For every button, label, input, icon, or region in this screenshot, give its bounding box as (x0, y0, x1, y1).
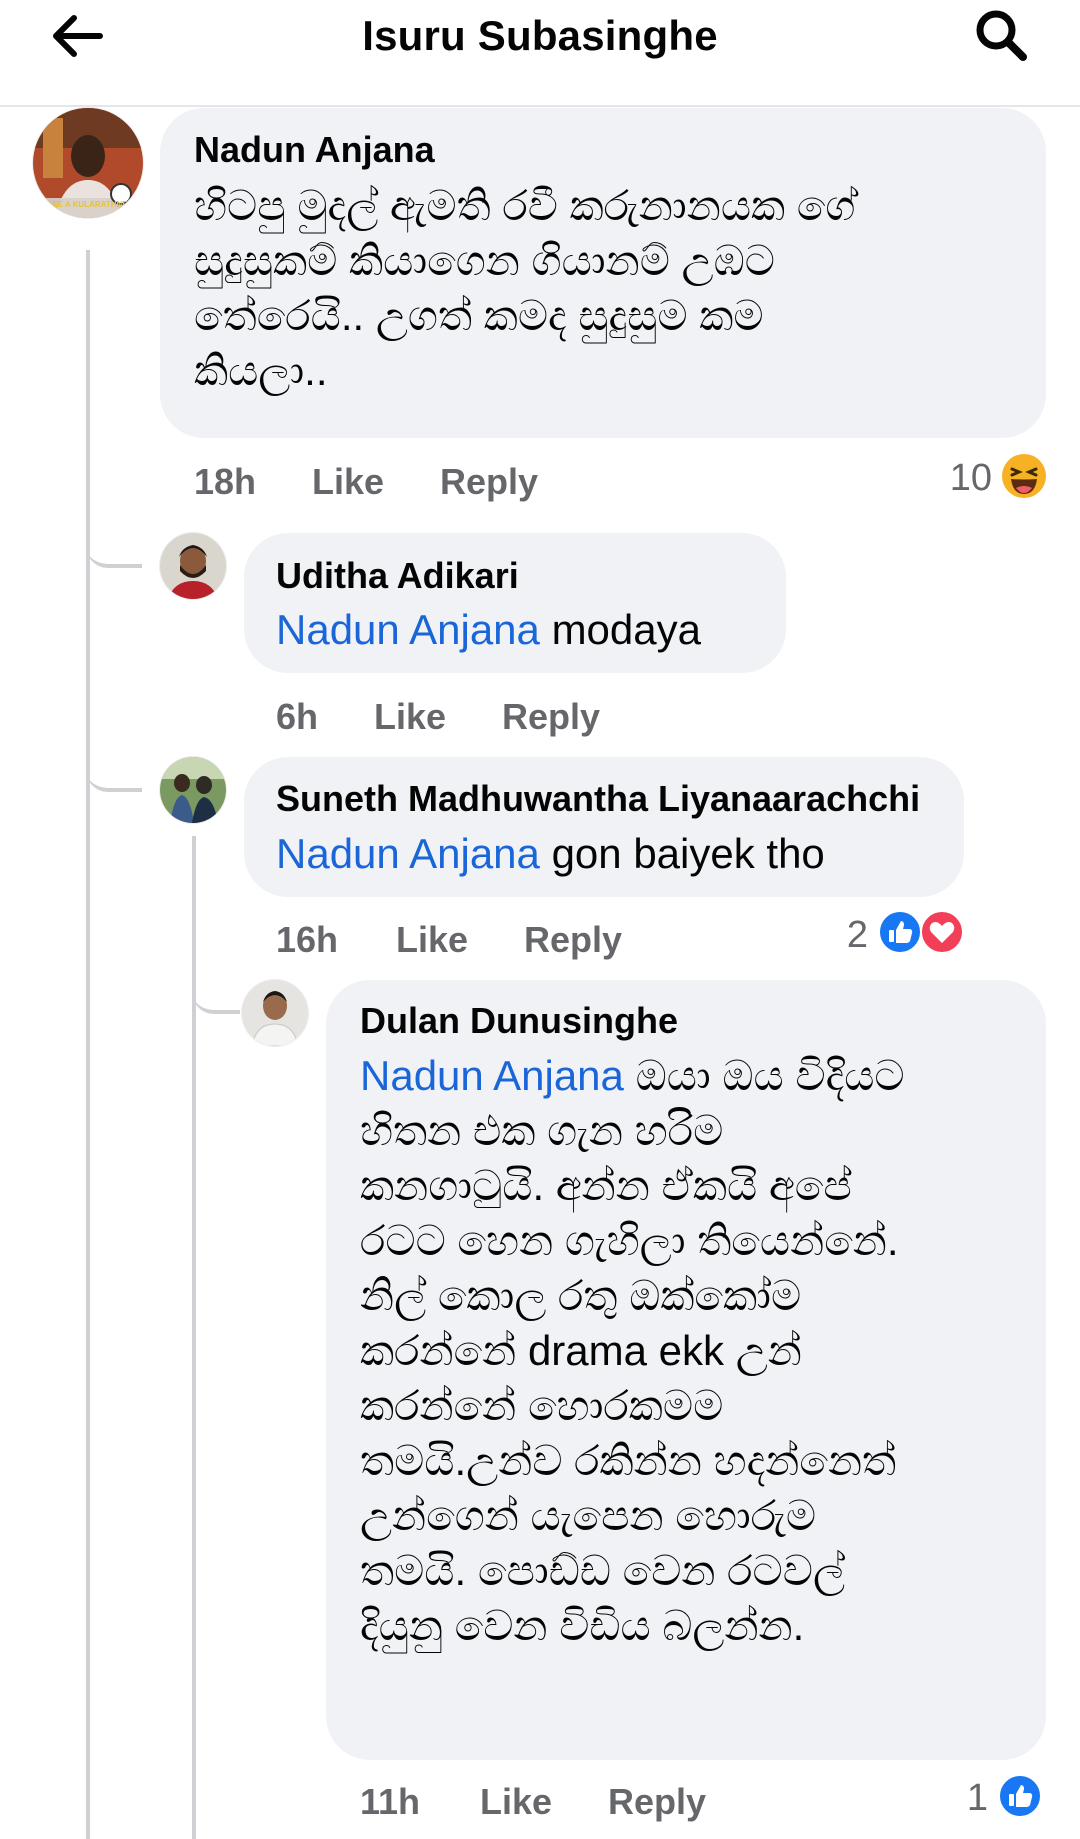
reply-button[interactable]: Reply (440, 460, 538, 504)
avatar-caption: SEE A KULARATHNE (47, 200, 128, 209)
comment-line: හිතන එක ගැන හරිම (360, 1107, 724, 1154)
comment-line: gon baiyek tho (539, 830, 825, 877)
avatar[interactable] (160, 757, 226, 823)
comment-timestamp: 11h (360, 1781, 421, 1822)
love-reaction-icon[interactable] (920, 910, 964, 954)
comment-line: කරන්නේ හොරකමම (360, 1382, 724, 1429)
mention-link[interactable]: Nadun Anjana (360, 1052, 624, 1099)
comment-line: තමයි.උන්ව රකින්න හදන්නෙත් (360, 1437, 897, 1484)
profile-photo (160, 757, 226, 823)
comment-text: Nadun Anjana ඔයා ඔය විදියට හිතන එක ගැන හ… (360, 1048, 905, 1653)
like-button[interactable]: Like (396, 918, 468, 962)
comment-author[interactable]: Suneth Madhuwantha Liyanaarachchi (276, 777, 920, 821)
comment-line: කරන්නේ drama ekk උන් (360, 1327, 802, 1374)
comment-line: උන්ගෙන් යැපෙන හොරුම (360, 1492, 817, 1539)
reaction-count: 10 (949, 457, 992, 499)
page-title: Isuru Subasinghe (362, 12, 718, 59)
comment-author[interactable]: Uditha Adikari (276, 554, 519, 598)
comment-timestamp: 6h (276, 696, 319, 737)
like-reaction-icon[interactable] (878, 910, 922, 954)
comment-line: ඔයා ඔය විදියට (623, 1052, 905, 1099)
search-icon (976, 10, 1027, 61)
comment-text: හිටපු මුදල් ඇමති රවී කරුනානයක ගේ සුදුසුක… (194, 178, 855, 398)
top-bar: Isuru Subasinghe (0, 0, 1080, 107)
reaction-count: 2 (846, 914, 868, 956)
comment-line: modaya (539, 606, 701, 653)
thread-line-main (86, 250, 90, 1839)
like-reaction-icon[interactable] (998, 1774, 1042, 1818)
reply-button[interactable]: Reply (502, 695, 600, 739)
comment-line: හිටපු මුදල් ඇමති රවී කරුනානයක ගේ (194, 182, 856, 229)
like-button[interactable]: Like (480, 1780, 552, 1824)
comment-line: සුදුසුකම් කියාගෙන ගියානම් උඹට (194, 237, 775, 284)
comment-line: දියුනු වෙන විඩිය බලන්න. (360, 1602, 805, 1649)
haha-reaction-icon[interactable] (1000, 452, 1048, 500)
comment-line: නිල් කොල රතු ඔක්කෝම (360, 1272, 802, 1319)
avatar[interactable] (242, 980, 308, 1046)
reply-button[interactable]: Reply (524, 918, 622, 962)
comment-text: Nadun Anjana modaya (276, 602, 701, 657)
thread-connector (86, 744, 142, 792)
comment-line: කියලා.. (194, 347, 328, 394)
like-button[interactable]: Like (312, 460, 384, 504)
thread-connector (192, 964, 240, 1014)
comment-timestamp: 18h (194, 461, 257, 502)
avatar[interactable] (160, 533, 226, 599)
comment-line: රටට හෙන ගැහිලා තියෙන්නේ. (360, 1217, 899, 1264)
mention-link[interactable]: Nadun Anjana (276, 830, 540, 877)
mention-link[interactable]: Nadun Anjana (276, 606, 540, 653)
thread-connector (86, 520, 142, 568)
profile-photo (242, 980, 308, 1046)
like-button[interactable]: Like (374, 695, 446, 739)
comment-line: තමයි. පොඩ්ඩ වෙන රටවල් (360, 1547, 845, 1594)
comment-text: Nadun Anjana gon baiyek tho (276, 826, 825, 881)
comment-line: තේරෙයි.. උගත් කමද සුදුසුම කම (194, 292, 764, 339)
comment-line: කනගාටුයි. අන්න ඒකයි අපේ (360, 1162, 852, 1209)
reaction-count: 1 (966, 1777, 988, 1819)
comment-author[interactable]: Dulan Dunusinghe (360, 999, 678, 1043)
avatar[interactable]: SEE A KULARATHNE (33, 108, 143, 218)
comment-author[interactable]: Nadun Anjana (194, 128, 435, 172)
profile-photo (160, 533, 226, 599)
comment-timestamp: 16h (276, 919, 339, 960)
reply-button[interactable]: Reply (608, 1780, 706, 1824)
search-button[interactable] (972, 6, 1032, 66)
